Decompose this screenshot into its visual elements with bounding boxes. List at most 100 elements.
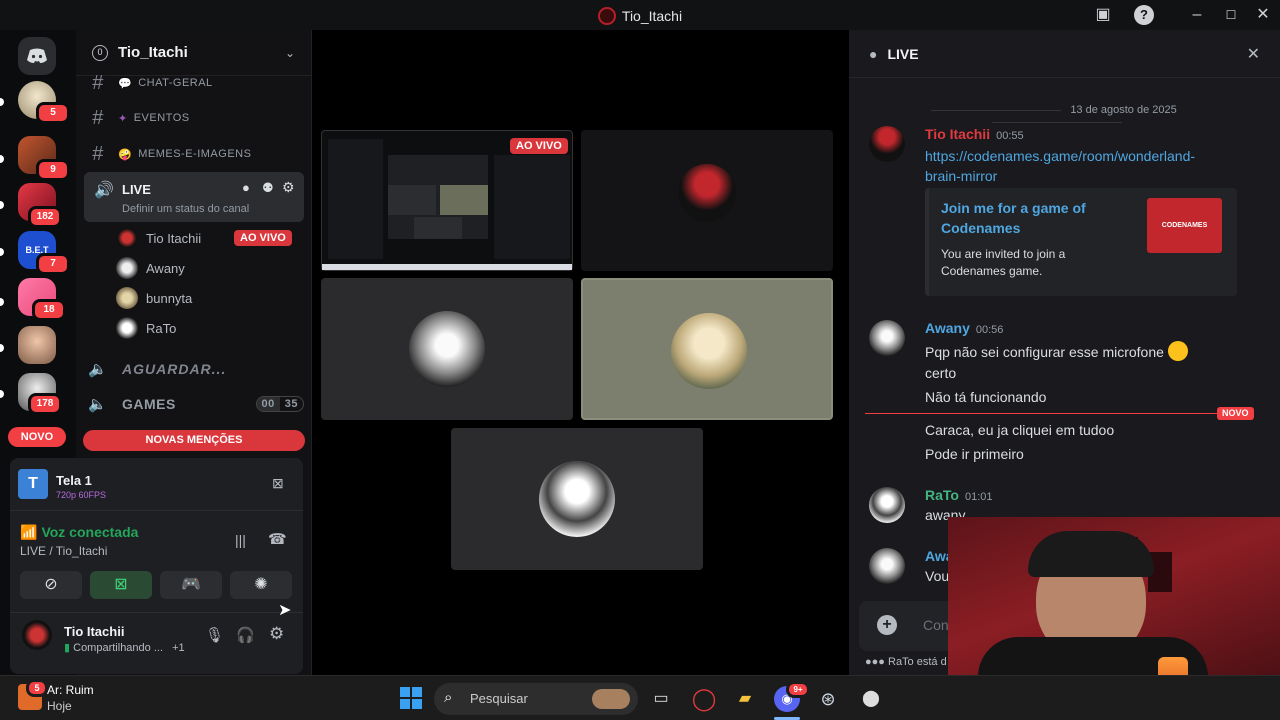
avatar — [671, 313, 747, 389]
camera-off-button[interactable]: ⊘ — [20, 571, 82, 599]
new-mentions-button[interactable]: NOVAS MENÇÕES — [83, 430, 305, 451]
windows-start-icon[interactable] — [400, 687, 422, 709]
soundboard-button[interactable]: ✺ — [230, 571, 292, 599]
hash-icon: # — [92, 71, 104, 94]
voice-user[interactable]: Tio Itachii AO VIVO — [116, 225, 292, 251]
message-text: certo — [925, 365, 957, 381]
message-header: Awany 00:56 — [925, 320, 1004, 336]
headphones-icon[interactable]: 🎧 — [236, 626, 255, 644]
screen-share-icon: ⊠ — [114, 576, 128, 593]
avatar[interactable] — [869, 548, 905, 584]
voice-tile-tio[interactable] — [581, 130, 833, 271]
discord-badge: 9+ — [786, 681, 810, 698]
task-view-icon[interactable]: ▭ — [648, 686, 674, 712]
channel-chat-geral[interactable]: # 💬 CHAT-GERAL — [84, 68, 304, 98]
chat-header: ● LIVE ✕ — [849, 30, 1280, 78]
server-logo-icon — [597, 7, 616, 25]
avatar — [116, 227, 138, 249]
voice-location[interactable]: LIVE / Tio_Itachi — [20, 544, 107, 558]
server-badge: 178 — [28, 393, 62, 415]
avatar — [116, 287, 138, 309]
hash-icon: # — [92, 106, 104, 129]
speaker-icon: 🔈 — [88, 396, 108, 413]
inbox-icon[interactable]: ▣ — [1093, 5, 1113, 25]
channel-sidebar: 0 Tio_Itachi ⌄ # 💬 CHAT-GERAL # ✦ EVENTOS # 🤪… — [10, 30, 312, 675]
avatar[interactable] — [869, 487, 905, 523]
maximize-button[interactable]: ☐ — [1221, 5, 1241, 25]
help-icon[interactable]: ? — [1134, 5, 1154, 25]
link-embed: Join me for a game of Codenames You are i… — [925, 188, 1237, 296]
taskbar: 5 Ar: Ruim Hoje ⌕ Pesquisar ▭ ◯ ▰ ◉ 9+ ⊛… — [0, 675, 1280, 720]
microphone-icon[interactable]: 🎙 — [205, 626, 224, 644]
channel-memes[interactable]: # 🤪 MEMES-E-IMAGENS — [84, 139, 304, 169]
chevron-down-icon: ⌄ — [284, 45, 295, 60]
app-icon[interactable]: ⬤ — [858, 686, 884, 712]
embed-thumbnail[interactable]: CODENAMES — [1147, 198, 1222, 253]
live-badge: AO VIVO — [510, 136, 568, 154]
voice-tile-awany[interactable] — [321, 278, 573, 420]
speaker-icon: 🔈 — [88, 361, 108, 378]
add-attachment-icon[interactable]: + — [877, 615, 897, 635]
message-link[interactable]: https://codenames.game/room/wonderland-b… — [925, 146, 1195, 186]
unread-pill — [0, 344, 4, 352]
opera-icon[interactable]: ◯ — [691, 686, 717, 712]
channel-games[interactable]: 🔈 GAMES 00 35 — [84, 389, 304, 419]
voice-user[interactable]: bunnyta — [116, 285, 192, 311]
server-icon-6[interactable] — [18, 326, 56, 364]
new-unreads-pill[interactable]: NOVO — [8, 427, 66, 447]
speaker-icon: 🔊 — [94, 182, 114, 199]
activity-button[interactable]: 🎮 — [160, 571, 222, 599]
date-divider: 13 de agosto de 2025 — [865, 104, 1249, 128]
server-boost-icon: 0 — [92, 44, 108, 61]
taskbar-search[interactable]: ⌕ Pesquisar — [434, 683, 638, 715]
camera-off-icon: ⊘ — [44, 576, 58, 593]
user-avatar[interactable] — [22, 620, 52, 650]
user-settings-icon[interactable]: ⚙ — [269, 624, 284, 644]
voice-tile-rato[interactable] — [451, 428, 703, 570]
channel-live-selected[interactable]: 🔊 LIVE ● ⚉ ⚙ Definir um status do canal — [84, 172, 304, 222]
search-highlight-icon — [592, 689, 630, 709]
stop-stream-icon[interactable]: ⊠ — [272, 475, 284, 492]
steam-icon[interactable]: ⊛ — [815, 686, 841, 712]
soundboard-icon: ✺ — [254, 576, 268, 593]
server-name: Tio_Itachi — [118, 44, 188, 61]
stream-title: Tela 1 — [56, 473, 92, 488]
unread-pill — [0, 248, 4, 256]
unread-pill — [0, 155, 4, 163]
channel-eventos[interactable]: # ✦ EVENTOS — [84, 103, 304, 133]
close-window-button[interactable]: ✕ — [1253, 5, 1273, 25]
server-badge: 182 — [28, 206, 62, 228]
chat-icon[interactable]: ● — [242, 180, 250, 195]
channel-aguardar[interactable]: 🔈 AGUARDAR... — [84, 354, 304, 384]
server-badge: 9 — [36, 159, 70, 181]
avatar[interactable] — [869, 320, 905, 356]
voice-tile-bunnyta[interactable] — [581, 278, 833, 420]
voice-user[interactable]: Awany — [116, 255, 185, 281]
emoji-icon: 🤪 — [118, 148, 133, 161]
embed-title[interactable]: Join me for a game of Codenames — [941, 198, 1086, 238]
unread-pill — [0, 298, 4, 306]
noise-suppression-icon[interactable]: ||| — [235, 532, 246, 548]
chat-bubble-icon: ● — [869, 45, 878, 62]
message-text: Vou — [925, 568, 950, 584]
voice-user[interactable]: RaTo — [116, 315, 176, 341]
voice-stage: AO VIVO ➤ — [278, 30, 841, 675]
invite-icon[interactable]: ⚉ — [262, 180, 274, 196]
message-header: Tio Itachii 00:55 — [925, 126, 1024, 142]
disconnect-icon[interactable]: ☎ — [268, 530, 287, 548]
unread-pill — [0, 201, 4, 209]
typing-indicator: ●●● RaTo está d — [865, 656, 947, 668]
channel-status[interactable]: Definir um status do canal — [122, 203, 249, 215]
user-status: ▮ Compartilhando ... +1 — [64, 642, 185, 654]
search-icon: ⌕ — [444, 689, 453, 706]
screen-share-button[interactable]: ⊠ — [90, 571, 152, 599]
avatar[interactable] — [869, 126, 905, 162]
gear-icon[interactable]: ⚙ — [282, 179, 295, 196]
minimize-button[interactable]: – — [1187, 5, 1207, 25]
file-explorer-icon[interactable]: ▰ — [732, 686, 758, 712]
stream-tile[interactable]: AO VIVO — [321, 130, 573, 271]
user-area: T Tela 1 720p 60FPS ⊠ 📶 Voz conectada LIV… — [10, 458, 303, 674]
close-icon[interactable]: ✕ — [1247, 44, 1260, 64]
discord-home-button[interactable] — [18, 37, 56, 75]
live-badge: AO VIVO — [234, 230, 292, 246]
